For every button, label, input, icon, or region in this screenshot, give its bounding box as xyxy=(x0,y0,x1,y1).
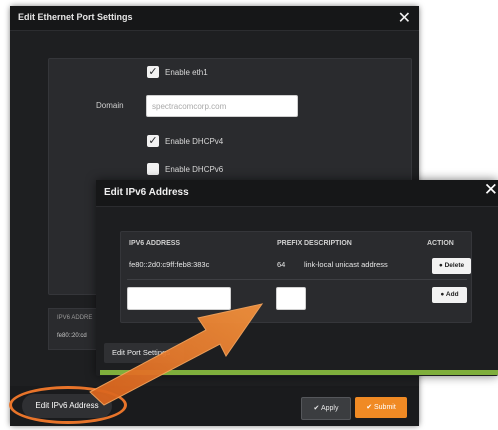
enable-dhcpv4-label: Enable DHCPv4 xyxy=(165,137,224,146)
cell-address: fe80::2d0:c9ff:feb8:383c xyxy=(129,260,210,269)
delete-button[interactable]: ● Delete xyxy=(432,258,471,274)
domain-input[interactable]: spectracomcorp.com xyxy=(146,95,298,117)
column-header-prefix: PREFIX xyxy=(277,240,303,247)
apply-button[interactable]: ✔ Apply xyxy=(301,397,351,420)
cell-prefix: 64 xyxy=(277,260,286,269)
submit-button[interactable]: ✔ Submit xyxy=(355,397,407,418)
highlight-ring xyxy=(9,386,127,424)
add-button[interactable]: ● Add xyxy=(432,287,467,303)
ipv6-summary-header: IPV6 ADDRE xyxy=(57,315,93,321)
enable-dhcpv6-label: Enable DHCPv6 xyxy=(165,165,224,174)
ipv6-summary-value: fe80::20:cd xyxy=(57,333,87,339)
column-header-description: DESCRIPTION xyxy=(304,240,352,247)
close-icon[interactable]: ✕ xyxy=(398,8,411,28)
new-ipv6-address-input[interactable] xyxy=(127,287,231,310)
row-divider xyxy=(127,279,467,280)
cell-description: link-local unicast address xyxy=(304,260,388,269)
accent-bar xyxy=(100,370,498,375)
dialog-title-bar: Edit Ethernet Port Settings ✕ xyxy=(10,6,419,31)
enable-dhcpv6-checkbox[interactable] xyxy=(147,163,159,175)
column-header-address: IPV6 ADDRESS xyxy=(129,240,181,247)
column-header-action: ACTION xyxy=(427,240,454,247)
enable-eth1-label: Enable eth1 xyxy=(165,68,208,77)
enable-eth1-checkbox[interactable]: ✓ xyxy=(147,66,159,78)
dialog-title: Edit IPv6 Address xyxy=(104,187,189,198)
domain-label: Domain xyxy=(96,101,124,110)
dialog-title: Edit Ethernet Port Settings xyxy=(18,12,133,22)
new-prefix-input[interactable] xyxy=(276,287,306,310)
dialog-title-bar: Edit IPv6 Address ✕ xyxy=(96,180,498,207)
edit-port-settings-button[interactable]: Edit Port Settings xyxy=(104,343,184,363)
enable-dhcpv4-checkbox[interactable]: ✓ xyxy=(147,135,159,147)
close-icon[interactable]: ✕ xyxy=(484,180,498,200)
